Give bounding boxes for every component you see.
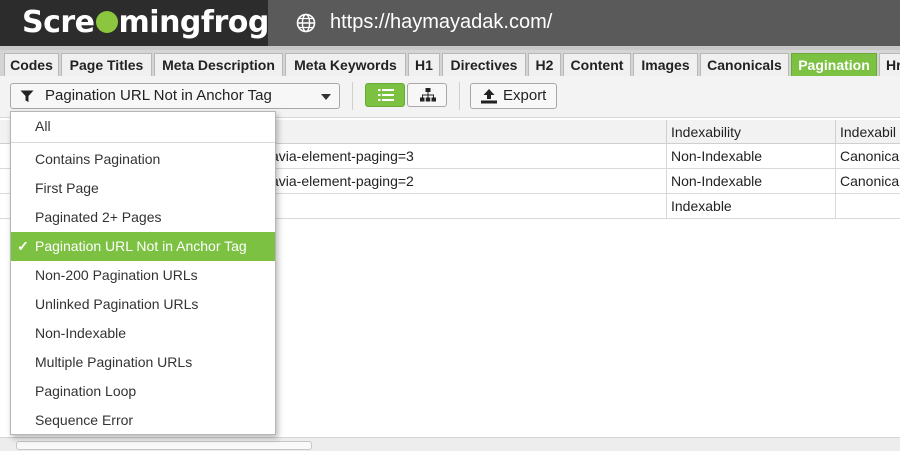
table-cell-indexability-status[interactable] <box>836 194 900 219</box>
tab-hreflang[interactable]: Hr <box>879 53 900 76</box>
table-cell-indexability[interactable]: Non-Indexable <box>667 169 836 194</box>
dropdown-item-non-indexable[interactable]: Non-Indexable <box>11 319 275 348</box>
tab-h1[interactable]: H1 <box>408 53 440 76</box>
dropdown-item-first-page[interactable]: First Page <box>11 174 275 203</box>
upload-icon <box>481 89 497 104</box>
tab-meta-description[interactable]: Meta Description <box>154 53 283 76</box>
list-icon <box>378 89 394 101</box>
toolbar-divider <box>352 82 353 110</box>
tab-pagination[interactable]: Pagination <box>791 53 877 76</box>
list-view-button[interactable] <box>365 83 405 107</box>
sitemap-icon <box>420 88 436 102</box>
filter-icon <box>20 90 34 102</box>
scrollbar-thumb[interactable] <box>16 441 312 450</box>
tab-page-titles[interactable]: Page Titles <box>61 53 152 76</box>
tab-meta-keywords[interactable]: Meta Keywords <box>285 53 406 76</box>
dropdown-item-non-200-pagination-urls[interactable]: Non-200 Pagination URLs <box>11 261 275 290</box>
dropdown-item-contains-pagination[interactable]: Contains Pagination <box>11 145 275 174</box>
tree-view-button[interactable] <box>407 83 447 107</box>
tab-strip: Codes Page Titles Meta Description Meta … <box>0 46 900 76</box>
frog-icon <box>95 10 118 33</box>
tab-directives[interactable]: Directives <box>442 53 526 76</box>
dropdown-item-label: Pagination URL Not in Anchor Tag <box>35 238 247 254</box>
filter-select-value: Pagination URL Not in Anchor Tag <box>45 87 272 104</box>
screamingfrog-logo: Scre mingfrog <box>0 0 269 46</box>
dropdown-item-unlinked-pagination-urls[interactable]: Unlinked Pagination URLs <box>11 290 275 319</box>
dropdown-item-paginated-2-pages[interactable]: Paginated 2+ Pages <box>11 203 275 232</box>
tab-codes[interactable]: Codes <box>4 53 59 76</box>
app-header: Scre mingfrog https://haymayadak.com/ <box>0 0 900 46</box>
table-cell-indexability[interactable]: Non-Indexable <box>667 144 836 169</box>
globe-icon <box>296 13 316 33</box>
table-cell-indexability[interactable]: Indexable <box>667 194 836 219</box>
column-header-indexability-status[interactable]: Indexabil <box>836 120 900 144</box>
tab-images[interactable]: Images <box>633 53 698 76</box>
tab-h2[interactable]: H2 <box>528 53 561 76</box>
checkmark-icon: ✓ <box>17 238 29 254</box>
site-url: https://haymayadak.com/ <box>330 11 553 33</box>
table-cell-indexability-status[interactable]: Canonica <box>836 169 900 194</box>
tab-content[interactable]: Content <box>563 53 631 76</box>
export-label: Export <box>503 87 547 104</box>
tab-canonicals[interactable]: Canonicals <box>700 53 789 76</box>
filter-dropdown-menu: All Contains Pagination First Page Pagin… <box>10 111 276 435</box>
export-button[interactable]: Export <box>470 83 557 109</box>
column-header-indexability[interactable]: Indexability <box>667 120 836 144</box>
dropdown-item-sequence-error[interactable]: Sequence Error <box>11 406 275 435</box>
url-bar: https://haymayadak.com/ <box>268 0 900 46</box>
toolbar-divider <box>459 82 460 110</box>
dropdown-item-pagination-url-not-in-anchor-tag[interactable]: ✓ Pagination URL Not in Anchor Tag <box>11 232 275 261</box>
dropdown-item-all[interactable]: All <box>11 112 275 141</box>
dropdown-divider <box>11 142 275 143</box>
dropdown-item-multiple-pagination-urls[interactable]: Multiple Pagination URLs <box>11 348 275 377</box>
table-cell-indexability-status[interactable]: Canonica <box>836 144 900 169</box>
dropdown-item-pagination-loop[interactable]: Pagination Loop <box>11 377 275 406</box>
filter-select[interactable]: Pagination URL Not in Anchor Tag <box>10 83 340 109</box>
chevron-down-icon <box>321 94 331 100</box>
